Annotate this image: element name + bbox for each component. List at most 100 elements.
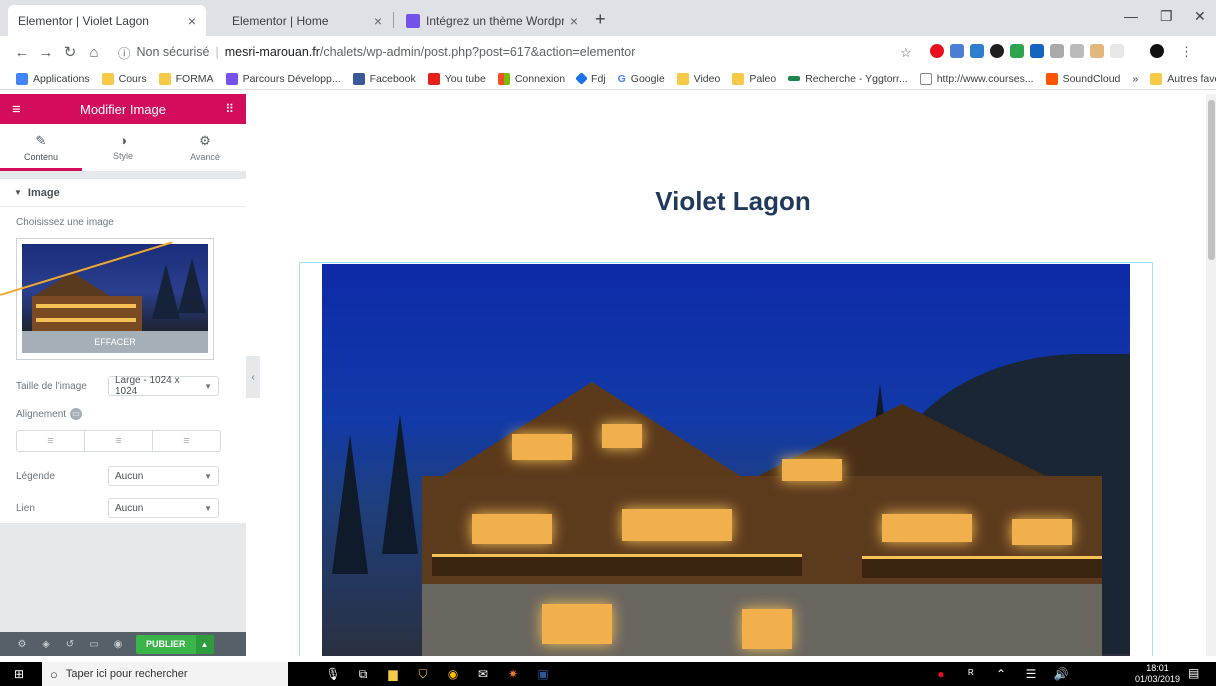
publish-button[interactable]: PUBLIER (136, 634, 196, 654)
volume-icon[interactable]: 🔊 (1046, 667, 1076, 681)
menu-kebab-icon[interactable]: ⋮ (1180, 44, 1194, 59)
bookmark-facebook[interactable]: Facebook (352, 72, 416, 85)
extension-icon[interactable] (1070, 44, 1084, 58)
reload-icon[interactable]: ↻ (58, 43, 82, 61)
align-center-button[interactable]: ≡ (85, 431, 153, 451)
preview-scrollbar-thumb[interactable] (1208, 100, 1215, 260)
extension-icon[interactable] (1030, 44, 1044, 58)
close-icon[interactable]: × (374, 13, 382, 29)
link-select[interactable]: Aucun ▼ (108, 498, 219, 518)
image-chooser[interactable]: EFFACER (16, 238, 214, 360)
image-size-select[interactable]: Large - 1024 x 1024 ▼ (108, 375, 219, 397)
section-image-toggle[interactable]: ▼ Image (0, 179, 246, 207)
tab-avance[interactable]: ⚙ Avancé (164, 124, 246, 171)
history-icon[interactable]: ↺ (58, 639, 82, 650)
new-tab-icon[interactable]: + (595, 9, 606, 30)
chalet-image[interactable] (322, 264, 1130, 656)
navigator-icon[interactable]: ◈ (34, 639, 58, 650)
responsive-device-icon[interactable]: ▭ (70, 408, 83, 420)
tab-elementor-violet-lagon[interactable]: Elementor | Violet Lagon × (8, 5, 206, 36)
responsive-icon[interactable]: ▭ (82, 639, 106, 650)
bookmark-yggtorrent[interactable]: Recherche - Yggtorr... (788, 73, 908, 85)
clear-image-button[interactable]: EFFACER (22, 331, 208, 353)
taskbar-search-input[interactable]: ○ Taper ici pour rechercher (42, 662, 288, 686)
blender-icon[interactable]: ✷ (498, 667, 528, 681)
bookmark-fdj[interactable]: Fdj (575, 72, 606, 85)
taskbar-clock[interactable]: 18:01 01/03/2019 (1135, 663, 1180, 685)
bookmarks-overflow[interactable]: » (1132, 73, 1138, 85)
page-title[interactable]: Violet Lagon (260, 186, 1206, 217)
maximize-icon[interactable]: ❐ (1160, 8, 1173, 25)
mail-icon[interactable]: ✉ (468, 667, 498, 681)
bookmark-courses[interactable]: http://www.courses... (919, 72, 1034, 85)
chevron-down-icon: ▼ (204, 381, 212, 391)
tab-elementor-home[interactable]: Elementor | Home × (222, 5, 392, 36)
bookmark-youtube[interactable]: You tube (427, 72, 486, 85)
extension-icon[interactable] (1090, 44, 1104, 58)
extension-icon[interactable] (1050, 44, 1064, 58)
microphone-icon[interactable]: 🎙 (318, 667, 348, 681)
tab-style[interactable]: ◑ Style (82, 124, 164, 171)
thumb-tree (152, 264, 180, 319)
bookmark-paleo[interactable]: Paleo (732, 72, 776, 85)
bookmark-forma[interactable]: FORMA (158, 72, 214, 85)
store-icon[interactable]: ⛉ (408, 667, 438, 682)
word-icon[interactable]: ▣ (528, 667, 558, 681)
windows-start-icon[interactable]: ⊞ (4, 667, 34, 681)
bookmark-soundcloud[interactable]: SoundCloud (1045, 72, 1120, 85)
image-thumbnail[interactable] (22, 244, 208, 331)
chrome-icon[interactable]: ◉ (438, 667, 468, 681)
network-icon[interactable]: ☰ (1016, 667, 1046, 681)
task-view-icon[interactable]: ⧉ (348, 667, 378, 682)
back-icon[interactable]: ← (10, 44, 34, 61)
extension-icon[interactable] (1010, 44, 1024, 58)
bookmark-parcours[interactable]: Parcours Développ... (225, 72, 341, 85)
address-divider: | (215, 45, 219, 59)
address-bar[interactable]: ⓘ Non sécurisé | mesri-marouan.fr /chale… (118, 41, 908, 63)
window-close-icon[interactable]: ✕ (1194, 8, 1206, 25)
tab-contenu[interactable]: ✎ Contenu (0, 124, 82, 171)
extension-icon[interactable] (950, 44, 964, 58)
bookmark-google[interactable]: G Google (618, 73, 665, 85)
bookmark-video[interactable]: Video (676, 72, 720, 85)
gear-icon: ⚙ (199, 133, 211, 148)
info-icon[interactable]: ⓘ (118, 43, 131, 62)
photo-roof (442, 382, 742, 477)
image-size-label: Taille de l'image (16, 380, 87, 392)
tray-chevron-icon[interactable]: ⌃ (986, 667, 1016, 681)
settings-icon[interactable]: ⚙ (10, 639, 34, 650)
soundcloud-icon (1045, 72, 1058, 85)
panel-footer: ⚙ ◈ ↺ ▭ ◉ PUBLIER ▲ (0, 632, 246, 656)
extension-icon[interactable] (990, 44, 1004, 58)
panel-collapse-handle[interactable]: ‹ (246, 356, 260, 398)
extension-icon[interactable] (970, 44, 984, 58)
opera-icon[interactable] (930, 44, 944, 58)
bookmark-applications[interactable]: Applications (16, 72, 90, 85)
file-explorer-icon[interactable]: ▆ (378, 667, 408, 681)
extension-icon[interactable] (1110, 44, 1124, 58)
bookmarks-bar: Applications Cours FORMA Parcours Dévelo… (0, 68, 1216, 90)
notifications-icon[interactable]: ▤ (1188, 666, 1199, 680)
publish-options-icon[interactable]: ▲ (195, 634, 214, 654)
close-icon[interactable]: × (570, 13, 578, 29)
home-icon[interactable]: ⌂ (82, 44, 106, 61)
align-right-button[interactable]: ≡ (153, 431, 220, 451)
forward-icon[interactable]: → (34, 44, 58, 61)
hamburger-icon[interactable]: ≡ (12, 101, 21, 118)
close-icon[interactable]: × (188, 13, 196, 29)
panel-tabs: ✎ Contenu ◑ Style ⚙ Avancé (0, 124, 246, 172)
tray-app-icon[interactable]: ● (926, 667, 956, 681)
photo-window (472, 514, 552, 544)
preview-eye-icon[interactable]: ◉ (106, 639, 130, 650)
bookmark-star-icon[interactable]: ☆ (900, 45, 914, 60)
bookmark-cours[interactable]: Cours (101, 72, 147, 85)
minimize-icon[interactable]: — (1124, 8, 1138, 24)
people-icon[interactable]: ᴿ (956, 667, 986, 681)
widgets-grid-icon[interactable]: ⠿ (225, 102, 234, 116)
align-left-button[interactable]: ≡ (17, 431, 85, 451)
bookmark-autres-favoris[interactable]: Autres favoris (1150, 72, 1216, 85)
caption-select[interactable]: Aucun ▼ (108, 466, 219, 486)
bookmark-connexion[interactable]: Connexion (497, 72, 565, 85)
profile-avatar[interactable] (1150, 44, 1164, 58)
tab-wordpress-theme[interactable]: Intégrez un thème Wordpress po × (396, 5, 588, 36)
